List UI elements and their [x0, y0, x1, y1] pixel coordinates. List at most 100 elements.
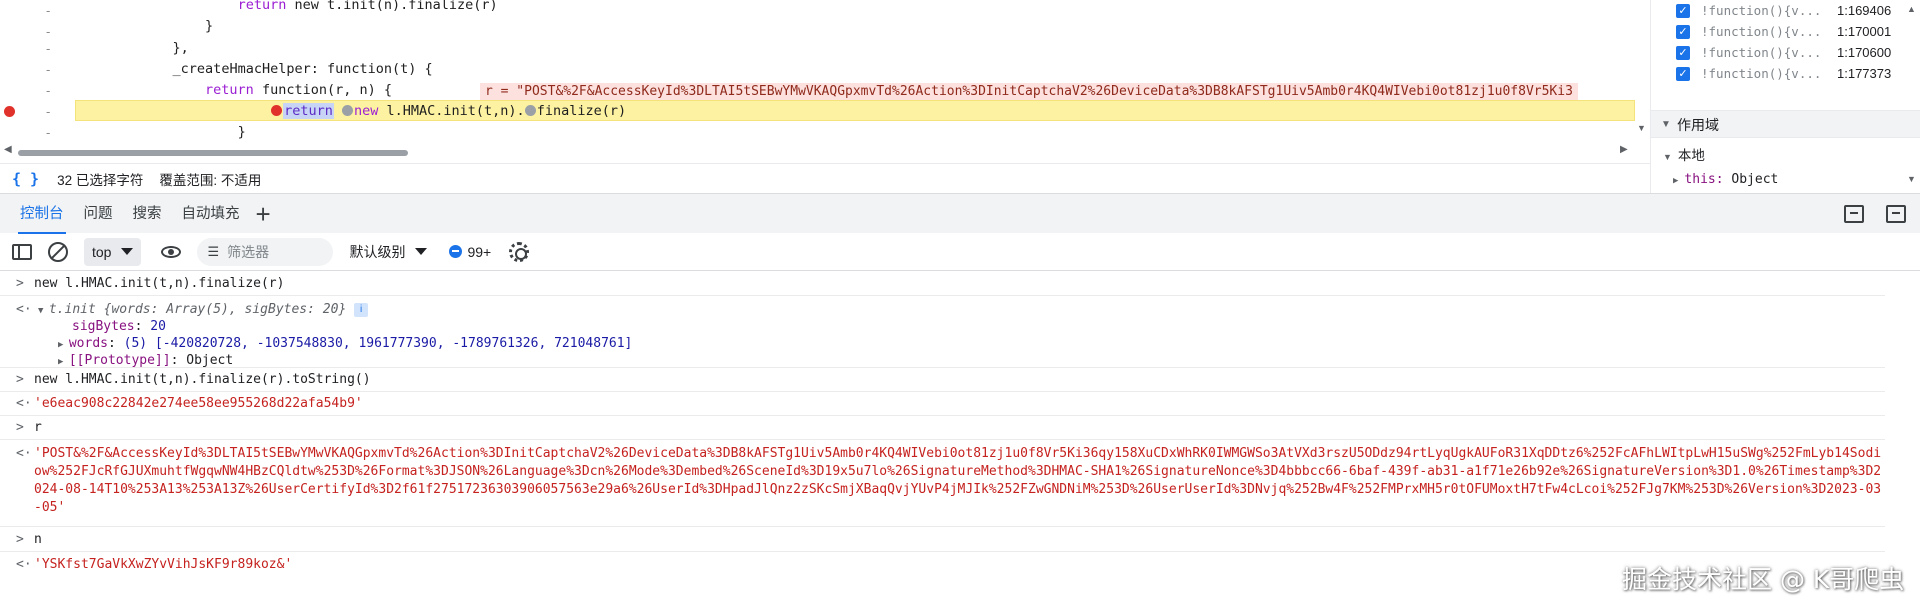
frame-function: !function(){v...	[1701, 66, 1822, 81]
code-line[interactable]: _createHmacHelper: function(t) {	[75, 59, 433, 80]
code-text: function(r, n) {	[253, 82, 392, 98]
add-tab-icon[interactable]: +	[256, 194, 271, 234]
code-line[interactable]: }	[75, 122, 246, 143]
gutter-marker: -	[46, 83, 51, 98]
code-line[interactable]: },	[75, 38, 189, 59]
code-keyword: return	[205, 82, 254, 98]
checkbox-checked-icon[interactable]: ✓	[1676, 67, 1690, 81]
checkbox-checked-icon[interactable]: ✓	[1676, 25, 1690, 39]
input-prompt-icon: >	[16, 372, 24, 387]
console-input-row[interactable]: > new l.HMAC.init(t,n).finalize(r).toStr…	[0, 368, 1885, 392]
clear-console-button[interactable]	[40, 233, 76, 271]
sidebar-icon	[12, 243, 32, 260]
source-editor[interactable]: - - - - - - - return new t.init(n).final…	[0, 0, 1650, 160]
tab-issues[interactable]: 问题	[74, 194, 123, 234]
coverage-status: 覆盖范围: 不适用	[159, 172, 262, 188]
pause-location-icon[interactable]	[524, 105, 536, 116]
checkbox-checked-icon[interactable]: ✓	[1676, 4, 1690, 18]
console-command: r	[34, 420, 42, 435]
property-key: sigBytes	[72, 319, 135, 334]
chevron-down-icon	[121, 248, 134, 255]
pause-location-icon[interactable]	[342, 105, 353, 116]
inline-variable-value[interactable]: r = "POST&%2F&AccessKeyId%3DLTAI5tSEBwYM…	[480, 83, 1578, 100]
gutter-line[interactable]: -	[0, 59, 75, 80]
live-expression-eye-icon[interactable]	[161, 245, 182, 258]
collapsed-triangle-icon: ▶	[1673, 176, 1679, 186]
checkbox-checked-icon[interactable]: ✓	[1676, 46, 1690, 60]
console-command: new l.HMAC.init(t,n).finalize(r).toStrin…	[34, 372, 371, 387]
code-line[interactable]: }	[75, 16, 213, 37]
filter-placeholder: 筛选器	[227, 243, 270, 260]
scroll-down-arrow-icon[interactable]: ▼	[1907, 174, 1916, 184]
console-command: new l.HMAC.init(t,n).finalize(r)	[34, 276, 285, 291]
code-text: finalize(r)	[536, 103, 627, 119]
selection-count: 32 已选择字符	[57, 172, 144, 188]
console-toolbar: top ☰ 筛选器 默认级别 99+	[0, 233, 1920, 271]
log-level-dropdown[interactable]: 默认级别	[349, 242, 428, 262]
tab-autofill[interactable]: 自动填充	[172, 194, 250, 234]
code-keyword: return	[237, 0, 287, 13]
drawer-tab-bar: 控制台 问题 搜索 自动填充 +	[0, 193, 1920, 234]
tab-search[interactable]: 搜索	[123, 194, 172, 234]
tab-console[interactable]: 控制台	[10, 194, 74, 234]
console-result-row[interactable]: <· 'POST&%2F&AccessKeyId%3DLTAI5tSEBwYMw…	[0, 440, 1885, 527]
log-level-value: 默认级别	[349, 243, 406, 260]
scope-this-row[interactable]: ▶ this: Object	[1673, 170, 1778, 191]
code-keyword-selected: return	[283, 103, 334, 119]
scroll-down-arrow-icon[interactable]: ▼	[1637, 123, 1646, 133]
dock-side-icon[interactable]	[1844, 205, 1864, 223]
gear-icon[interactable]	[509, 241, 530, 262]
context-selector[interactable]: top	[84, 237, 142, 266]
code-text: },	[172, 40, 189, 56]
input-prompt-icon: >	[16, 420, 24, 435]
gutter-marker: -	[46, 104, 51, 119]
filter-input[interactable]: ☰ 筛选器	[197, 237, 334, 266]
gutter-line[interactable]: -	[0, 38, 75, 59]
code-text: }	[237, 124, 246, 140]
gutter-line[interactable]: -	[0, 122, 75, 143]
pause-location-icon[interactable]	[271, 105, 283, 116]
console-result-row[interactable]: <· ▼ t.init {words: Array(5), sigBytes: …	[0, 296, 1885, 368]
scope-label: 本地	[1677, 148, 1705, 163]
gutter-line[interactable]: -	[0, 80, 75, 101]
clear-icon	[48, 241, 68, 262]
console-input-row[interactable]: > r	[0, 416, 1885, 440]
scroll-right-arrow-icon[interactable]: ▶	[1620, 144, 1628, 155]
code-text: }	[205, 18, 214, 34]
breakpoint-icon[interactable]	[4, 106, 15, 117]
expand-triangle-icon: ▼	[1661, 119, 1671, 130]
info-icon[interactable]: i	[354, 303, 369, 317]
console-input-row[interactable]: > n	[0, 527, 1885, 552]
section-title: 作用域	[1677, 117, 1719, 133]
horizontal-scrollbar[interactable]: ◀ ▶	[0, 144, 1635, 156]
gutter-line-breakpoint[interactable]: -	[0, 101, 75, 122]
chevron-down-icon	[415, 248, 428, 255]
code-line[interactable]: return new t.init(n).finalize(r)	[75, 0, 498, 16]
editor-status-bar: { } 32 已选择字符 覆盖范围: 不适用	[0, 163, 1650, 193]
current-execution-line[interactable]: return new l.HMAC.init(t,n). finalize(r)	[75, 100, 1635, 121]
call-stack-frame[interactable]: ✓ !function(){v... 1:177373	[1651, 61, 1920, 86]
debugger-sidebar: ✓ !function(){v... 1:169406 ✓ !function(…	[1650, 0, 1920, 193]
show-sidebar-button[interactable]	[4, 233, 40, 271]
filter-icon: ☰	[207, 243, 220, 259]
scroll-up-arrow-icon[interactable]: ▲	[1907, 4, 1916, 14]
scope-section-header[interactable]: ▼ 作用域	[1651, 110, 1920, 138]
scrollbar-thumb[interactable]	[18, 150, 408, 156]
issues-counter[interactable]: 99+	[449, 244, 491, 260]
collapsed-triangle-icon: ▶	[58, 340, 69, 350]
pretty-print-icon[interactable]: { }	[12, 170, 39, 188]
scope-local[interactable]: ▼ 本地	[1663, 146, 1705, 167]
console-result-row[interactable]: <· 'YSKfst7GaVkXwZYvVihJsKF9r89koz&'	[0, 552, 1885, 576]
close-drawer-icon[interactable]	[1886, 205, 1906, 223]
console-input-row[interactable]: > new l.HMAC.init(t,n).finalize(r)	[0, 271, 1885, 296]
scroll-left-arrow-icon[interactable]: ◀	[4, 144, 12, 155]
watermark: 掘金技术社区 @ K哥爬虫	[1622, 565, 1905, 594]
result-string: 'e6eac908c22842e274ee58ee955268d22afa54b…	[34, 396, 363, 411]
console-result-row[interactable]: <· 'e6eac908c22842e274ee58ee955268d22afa…	[0, 392, 1885, 416]
code-line[interactable]: return function(r, n) {	[75, 80, 392, 101]
gutter-line[interactable]: -	[0, 11, 75, 39]
